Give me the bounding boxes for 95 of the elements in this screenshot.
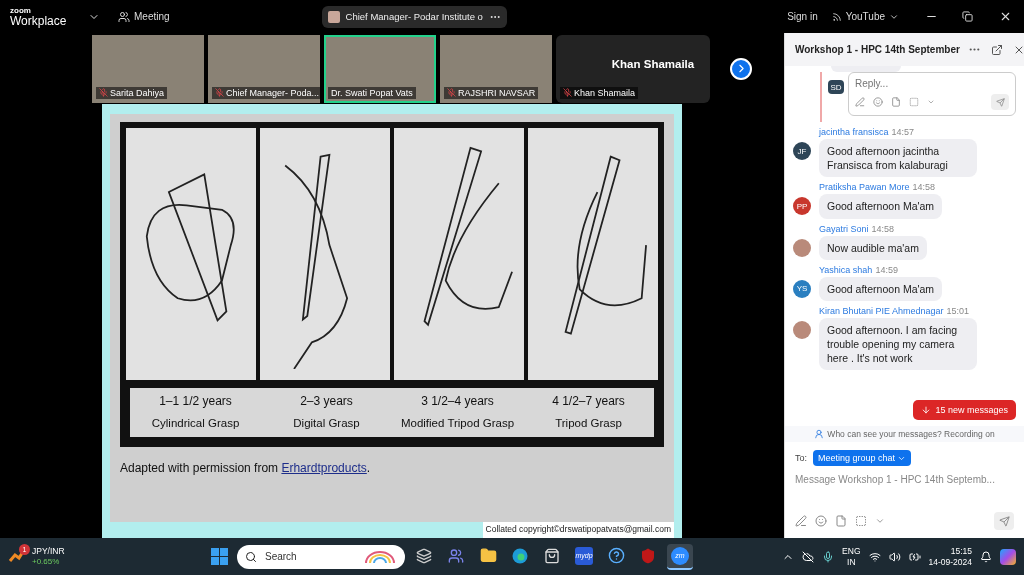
message-bubble: Good afternoon Ma'am <box>819 194 943 219</box>
slide-caption: Adapted with permission from Erhardtproducts. <box>120 461 372 475</box>
ticker-change: +0.65% <box>32 556 61 566</box>
age-label: 4 1/2–7 years <box>552 394 625 408</box>
to-label: To: <box>795 453 807 463</box>
ticker-symbol: JPY/INR <box>32 547 65 557</box>
sender-name: jacintha fransisca 14:57 <box>819 127 915 137</box>
muted-mic-icon <box>215 88 224 97</box>
recipient-dropdown[interactable]: Meeting group chat <box>813 450 912 466</box>
user-icon <box>814 429 825 439</box>
message-bubble: Good afternoon. I am facing trouble opening my camera here . It's not work <box>819 317 977 371</box>
search-bar[interactable]: Search <box>237 544 405 569</box>
participant-name: Khan Shamaila <box>611 57 695 70</box>
volume-icon <box>888 550 901 563</box>
format-icon <box>795 515 807 527</box>
muted-mic-icon <box>447 88 456 97</box>
chevron-icon <box>927 98 935 106</box>
screenshot-icon <box>855 515 867 527</box>
chat-title: Workshop 1 - HPC 14th September <box>795 44 960 55</box>
sender-name: Pratiksha Pawan More 14:58 <box>819 182 936 193</box>
browser-icon <box>512 547 528 564</box>
avatar-photo <box>793 320 811 339</box>
copilot-icon <box>1000 548 1016 565</box>
stream-button[interactable]: YouTube <box>829 9 901 24</box>
grasp-label: Cylindrical Grasp <box>151 417 240 429</box>
sender-name: Yashica shah 14:59 <box>819 264 898 275</box>
search-icon <box>245 550 257 563</box>
avatar: SD <box>828 80 844 94</box>
restore-button[interactable] <box>960 9 975 24</box>
copyright-text: Collated copyright©drswatipopatvats@gmail.com <box>482 522 674 538</box>
bag-icon <box>544 547 560 564</box>
bell-icon <box>980 550 992 563</box>
people-icon <box>448 547 464 564</box>
logo-subtitle: Workplace <box>10 14 68 27</box>
participant-name: Khan Shamaila <box>574 87 636 98</box>
screenshot-icon <box>909 97 919 107</box>
clock[interactable]: 15:15 14-09-2024 <box>928 546 972 567</box>
rainbow-icon <box>363 549 397 564</box>
sender-name: Gayatri Soni 14:58 <box>819 223 895 234</box>
file-icon <box>891 97 901 107</box>
start-button[interactable] <box>208 545 231 568</box>
photo-placeholder <box>327 10 340 23</box>
next-button[interactable] <box>730 57 752 80</box>
wifi-icon <box>868 550 881 563</box>
new-messages-button[interactable]: 15 new messages <box>913 400 1016 420</box>
send-icon <box>998 515 1010 527</box>
emoji-icon <box>815 515 827 527</box>
language-indicator[interactable]: ENG IN <box>842 546 861 567</box>
sign-in-link[interactable]: Sign in <box>785 9 820 24</box>
grasp-label: Modified Tripod Grasp <box>400 417 515 429</box>
avatar: PP <box>793 197 811 216</box>
close-icon <box>999 10 1012 23</box>
muted-mic-icon <box>99 88 108 97</box>
participant-name: Chief Manager- Poda... <box>226 87 320 98</box>
meeting-button[interactable]: Meeting <box>116 8 172 25</box>
message-bubble: Good afternoon Ma'am <box>819 276 943 301</box>
message-bubble: Good afternoon jacintha Fransisca from kalaburagi <box>819 139 977 178</box>
grasp-label: Tripod Grasp <box>555 417 622 429</box>
search-input[interactable]: Search <box>263 550 357 563</box>
restore-icon <box>962 11 973 22</box>
caption-link[interactable]: Erhardtproducts <box>281 461 367 475</box>
cloud-off-icon <box>802 550 815 563</box>
muted-mic-icon <box>563 88 572 97</box>
broadcast-icon <box>831 11 842 22</box>
avatar: YS <box>793 279 811 298</box>
format-icon <box>855 97 865 107</box>
active-speaker-pill[interactable]: Chief Manager- Podar Institute o <box>321 5 507 28</box>
chevron-icon <box>875 516 885 526</box>
send-button[interactable] <box>994 512 1014 530</box>
participant-name: Dr. Swati Popat Vats <box>331 87 413 98</box>
age-label: 3 1/2–4 years <box>421 394 494 408</box>
avatar-photo <box>793 238 811 257</box>
sender-name: Kiran Bhutani PIE Ahmednagar 15:01 <box>819 305 970 316</box>
help-icon <box>607 547 625 564</box>
grasp-label: Digital Grasp <box>293 417 360 429</box>
shield-icon <box>640 547 656 564</box>
folder-icon <box>479 547 497 564</box>
speaker-name: Chief Manager- Podar Institute o <box>345 11 483 22</box>
age-label: 1–1 1/2 years <box>159 394 232 408</box>
participant-name: Sarita Dahiya <box>110 87 165 98</box>
pop-out-icon <box>990 43 1003 56</box>
battery-icon <box>908 550 921 563</box>
age-label: 2–3 years <box>300 394 353 408</box>
privacy-note: Who can see your messages? Recording on <box>827 429 995 439</box>
mic-icon <box>822 550 835 563</box>
avatar: JF <box>793 142 811 160</box>
emoji-icon <box>873 97 883 107</box>
send-icon <box>995 97 1005 107</box>
task-view-icon <box>416 547 432 564</box>
arrow-down-icon <box>921 405 932 415</box>
people-icon <box>118 10 130 23</box>
participant-name: RAJSHRI NAVSAR <box>458 87 536 98</box>
message-bubble: Now audible ma'am <box>819 235 927 260</box>
logo-text: zoom <box>10 6 32 15</box>
file-icon <box>835 515 847 527</box>
